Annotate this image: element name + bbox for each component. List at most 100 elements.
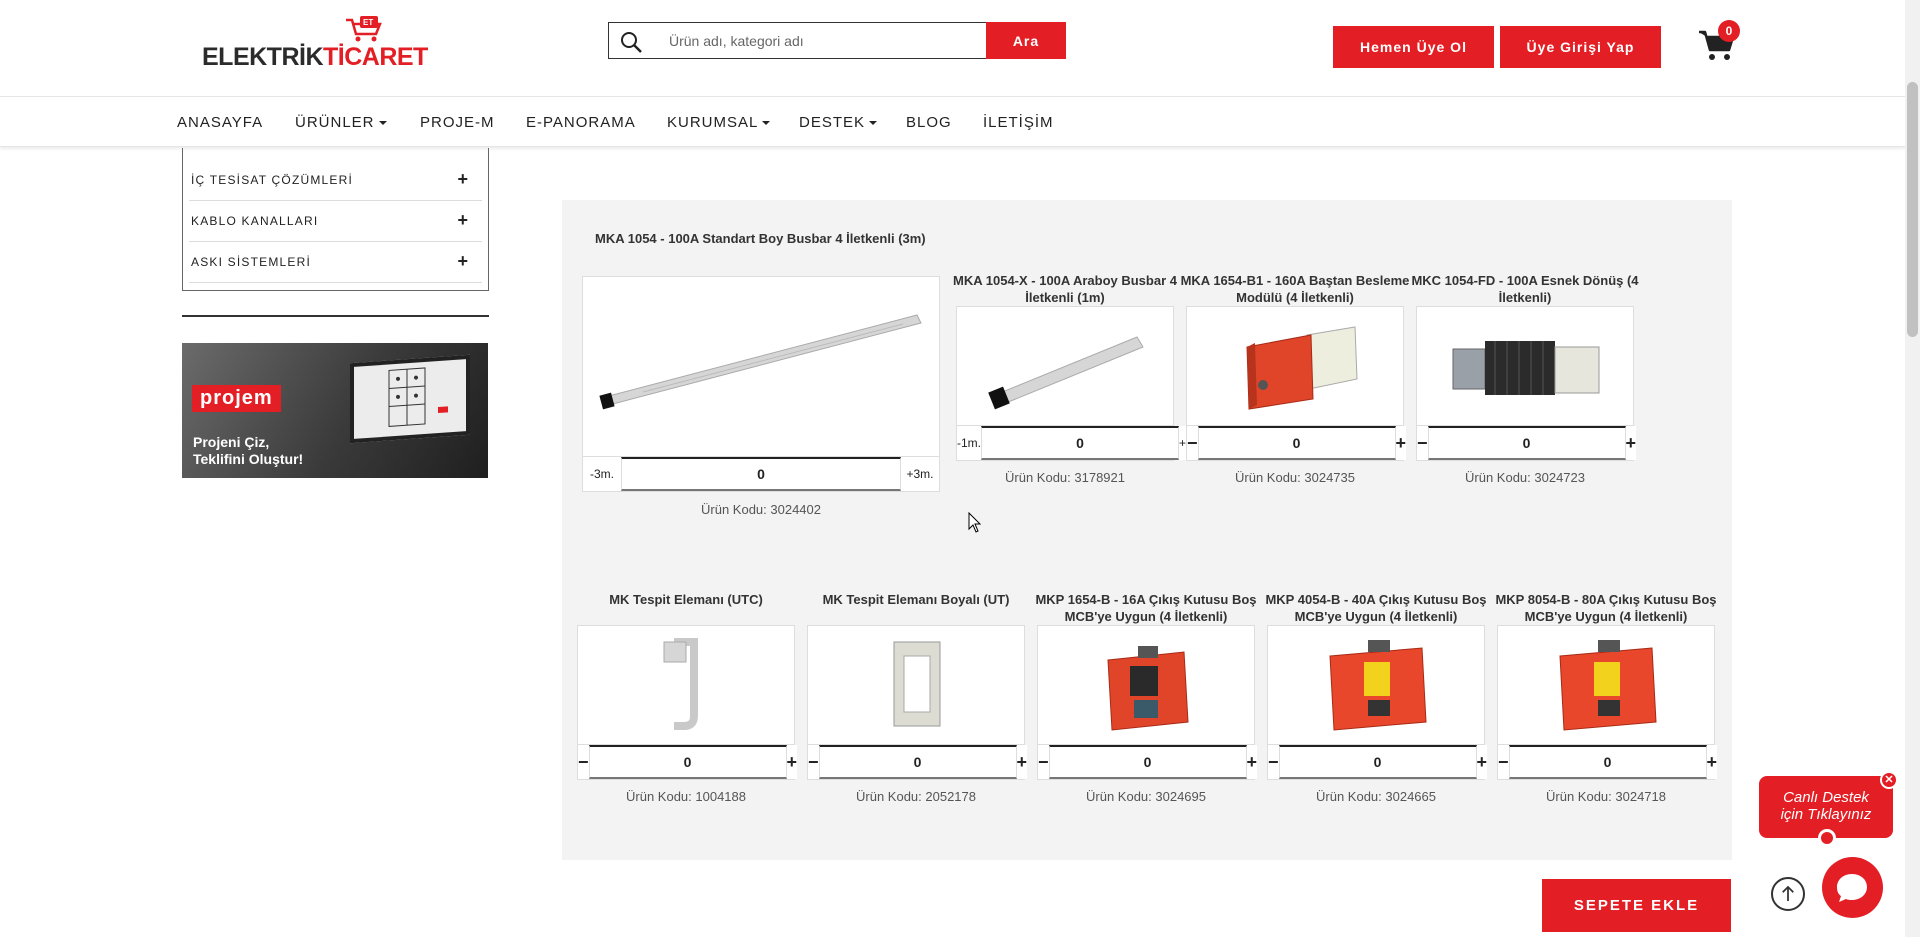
- banner-line-2: Teklifini Oluştur!: [193, 451, 304, 467]
- nav-support[interactable]: DESTEK: [799, 114, 878, 131]
- nav-contact[interactable]: İLETİŞİM: [983, 114, 1054, 131]
- decrease-button[interactable]: −: [1187, 426, 1198, 460]
- product-card: MK Tespit Elemanı Boyalı (UT) − + Ürün K…: [807, 589, 1028, 809]
- increase-button[interactable]: +: [1246, 745, 1258, 779]
- product-card: MK Tespit Elemanı (UTC) − + Ürün Kodu: 1…: [577, 589, 798, 809]
- add-to-cart-button[interactable]: SEPETE EKLE: [1542, 879, 1731, 932]
- sidebar-item-ic-tesisat[interactable]: İÇ TESİSAT ÇÖZÜMLERİ +: [189, 160, 482, 201]
- increase-button[interactable]: +: [786, 745, 798, 779]
- main-quantity-stepper: -3m. +3m.: [582, 456, 940, 492]
- quantity-stepper: − +: [1267, 744, 1488, 780]
- expand-icon[interactable]: +: [457, 210, 468, 231]
- increase-button[interactable]: +: [1476, 745, 1488, 779]
- quantity-input[interactable]: [588, 745, 787, 779]
- decrease-button[interactable]: −: [1038, 745, 1049, 779]
- sidebar-item-aski-sistemleri[interactable]: ASKI SİSTEMLERİ +: [189, 242, 482, 283]
- product-image: [1267, 625, 1485, 745]
- nav-epanorama[interactable]: E-PANORAMA: [526, 114, 636, 131]
- search-icon[interactable]: [619, 30, 643, 54]
- product-code: Ürün Kodu: 1004188: [626, 789, 746, 804]
- decrease-button[interactable]: -3m.: [583, 457, 621, 491]
- search-input[interactable]: [669, 23, 989, 58]
- feed-module-image: [1246, 326, 1358, 410]
- product-card: MKP 8054-B - 80A Çıkış Kutusu Boş MCB'ye…: [1495, 589, 1718, 809]
- decrease-button[interactable]: −: [578, 745, 589, 779]
- increase-button[interactable]: +3m.: [901, 457, 939, 491]
- sidebar-item-label: ASKI SİSTEMLERİ: [191, 255, 312, 269]
- product-name: MKA 1054-X - 100A Araboy Busbar 4 İletke…: [953, 273, 1177, 305]
- site-logo[interactable]: ET ELEKTRİKTİCARET: [202, 16, 428, 72]
- nav-support-label: DESTEK: [799, 114, 866, 131]
- sidebar-item-label: İÇ TESİSAT ÇÖZÜMLERİ: [191, 173, 354, 187]
- increase-button[interactable]: +: [1016, 745, 1028, 779]
- product-name: MKP 1654-B - 16A Çıkış Kutusu Boş MCB'ye…: [1035, 592, 1257, 624]
- nav-home[interactable]: ANASAYFA: [177, 114, 263, 131]
- page: ET ELEKTRİKTİCARET Ara Hemen Üye Ol Üye …: [0, 0, 1920, 937]
- product-card: MKA 1654-B1 - 160A Baştan Besleme Modülü…: [1181, 270, 1410, 485]
- monitor-illustration: [350, 354, 470, 444]
- search-button[interactable]: Ara: [986, 22, 1066, 59]
- product-card: MKA 1054-X - 100A Araboy Busbar 4 İletke…: [953, 270, 1207, 485]
- expand-icon[interactable]: +: [457, 169, 468, 190]
- increase-button[interactable]: +: [1395, 426, 1407, 460]
- flexible-elbow-image: [1452, 341, 1600, 395]
- tap-off-box-image: [1559, 640, 1657, 731]
- login-button[interactable]: Üye Girişi Yap: [1500, 26, 1661, 68]
- quantity-input[interactable]: [1197, 426, 1396, 460]
- quantity-stepper: − +: [807, 744, 1028, 780]
- nav-blog[interactable]: BLOG: [906, 114, 952, 131]
- decrease-button[interactable]: −: [1268, 745, 1279, 779]
- tap-off-box-image: [1329, 640, 1427, 731]
- quantity-input[interactable]: [1278, 745, 1477, 779]
- sidebar-item-label: KABLO KANALLARI: [191, 214, 319, 228]
- nav-projem[interactable]: PROJE-M: [420, 114, 495, 131]
- quantity-input[interactable]: [621, 457, 901, 491]
- increase-button[interactable]: +: [1706, 745, 1718, 779]
- sidebar-item-kablo-kanallari[interactable]: KABLO KANALLARI +: [189, 201, 482, 242]
- decrease-button[interactable]: −: [808, 745, 819, 779]
- category-sidebar: İÇ TESİSAT ÇÖZÜMLERİ + KABLO KANALLARI +…: [182, 148, 489, 291]
- busbar-short-image: [988, 336, 1144, 410]
- quantity-stepper: − +: [577, 744, 798, 780]
- fixing-element-image: [663, 638, 698, 730]
- expand-icon[interactable]: +: [457, 251, 468, 272]
- nav-products[interactable]: ÜRÜNLER: [295, 114, 387, 131]
- increase-button[interactable]: +: [1625, 426, 1637, 460]
- quantity-input[interactable]: [1427, 426, 1626, 460]
- nav-corporate-label: KURUMSAL: [667, 114, 759, 131]
- close-icon[interactable]: ✕: [1880, 771, 1898, 789]
- logo-text-red: TİCARET: [323, 43, 428, 71]
- register-button[interactable]: Hemen Üye Ol: [1333, 26, 1494, 68]
- product-image: [956, 306, 1174, 426]
- quantity-stepper: -1m. +1m.: [956, 425, 1207, 461]
- product-code: Ürün Kodu: 3024735: [1235, 470, 1355, 485]
- nav-corporate[interactable]: KURUMSAL: [667, 114, 771, 131]
- quantity-stepper: − +: [1497, 744, 1718, 780]
- product-image: [1186, 306, 1404, 426]
- scrollbar-thumb[interactable]: [1907, 82, 1918, 337]
- product-card: MKC 1054-FD - 100A Esnek Dönüş (4 İletke…: [1411, 270, 1638, 485]
- chevron-down-icon: [378, 121, 387, 126]
- product-name: MKA 1654-B1 - 160A Baştan Besleme Modülü…: [1180, 273, 1410, 305]
- main-nav: ANASAYFA ÜRÜNLER PROJE-M E-PANORAMA KURU…: [0, 97, 1905, 147]
- scroll-to-top-icon[interactable]: [1771, 877, 1805, 911]
- decrease-button[interactable]: −: [1498, 745, 1509, 779]
- mouse-cursor-icon: [968, 512, 982, 533]
- decrease-button[interactable]: −: [1417, 426, 1428, 460]
- logo-text-dark: ELEKTRİK: [202, 43, 324, 71]
- logo-text: ELEKTRİKTİCARET: [202, 43, 428, 72]
- quantity-input[interactable]: [1048, 745, 1247, 779]
- product-code: Ürün Kodu: 2052178: [856, 789, 976, 804]
- product-code: Ürün Kodu: 3024723: [1465, 470, 1585, 485]
- product-card: MKP 1654-B - 16A Çıkış Kutusu Boş MCB'ye…: [1035, 589, 1258, 809]
- chat-button[interactable]: [1822, 857, 1883, 918]
- busbar-image: [599, 314, 922, 410]
- projem-logo: projem: [192, 385, 281, 412]
- quantity-input[interactable]: [1508, 745, 1707, 779]
- projem-banner[interactable]: projem Projeni Çiz, Teklifini Oluştur!: [182, 343, 488, 478]
- quantity-input[interactable]: [981, 426, 1179, 460]
- quantity-input[interactable]: [818, 745, 1017, 779]
- product-image: [1037, 625, 1255, 745]
- quantity-stepper: − +: [1186, 425, 1407, 461]
- decrease-button[interactable]: -1m.: [957, 426, 981, 460]
